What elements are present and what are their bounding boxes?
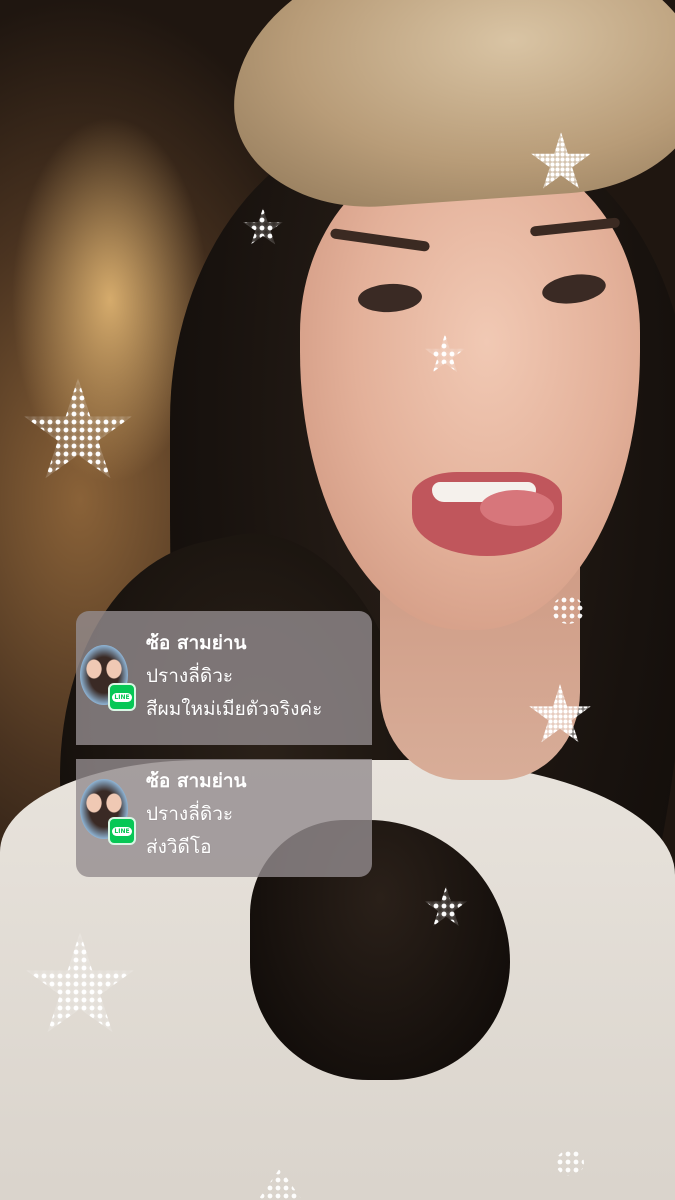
line-app-icon: LINE xyxy=(108,683,136,711)
sparkle-dots-icon xyxy=(552,596,584,624)
notification-text: ซ้อ สามย่าน ปรางลี่ดิวะ สีผมใหม่เมียตัวจ… xyxy=(146,627,364,726)
story-screen: LINE ซ้อ สามย่าน ปรางลี่ดิวะ สีผมใหม่เมี… xyxy=(0,0,675,1200)
notification-card[interactable]: LINE ซ้อ สามย่าน ปรางลี่ดิวะ ส่งวิดีโอ xyxy=(76,759,372,877)
notification-sender: ซ้อ สามย่าน xyxy=(146,632,247,654)
notification-card[interactable]: LINE ซ้อ สามย่าน ปรางลี่ดิวะ สีผมใหม่เมี… xyxy=(76,611,372,745)
notification-text: ซ้อ สามย่าน ปรางลี่ดิวะ ส่งวิดีโอ xyxy=(146,765,364,864)
notification-message: ส่งวิดีโอ xyxy=(146,836,212,858)
notification-message: สีผมใหม่เมียตัวจริงค่ะ xyxy=(146,698,323,720)
notification-sender: ซ้อ สามย่าน xyxy=(146,770,247,792)
line-app-icon: LINE xyxy=(108,817,136,845)
photo-tongue xyxy=(480,490,554,526)
line-badge-text: LINE xyxy=(112,692,132,702)
notification-title: ปรางลี่ดิวะ xyxy=(146,665,234,687)
line-badge-text: LINE xyxy=(112,826,132,836)
photo-cap xyxy=(223,0,675,217)
notification-title: ปรางลี่ดิวะ xyxy=(146,803,234,825)
sparkle-dots-icon xyxy=(556,1150,584,1176)
notification-stack: LINE ซ้อ สามย่าน ปรางลี่ดิวะ สีผมใหม่เมี… xyxy=(76,611,372,877)
